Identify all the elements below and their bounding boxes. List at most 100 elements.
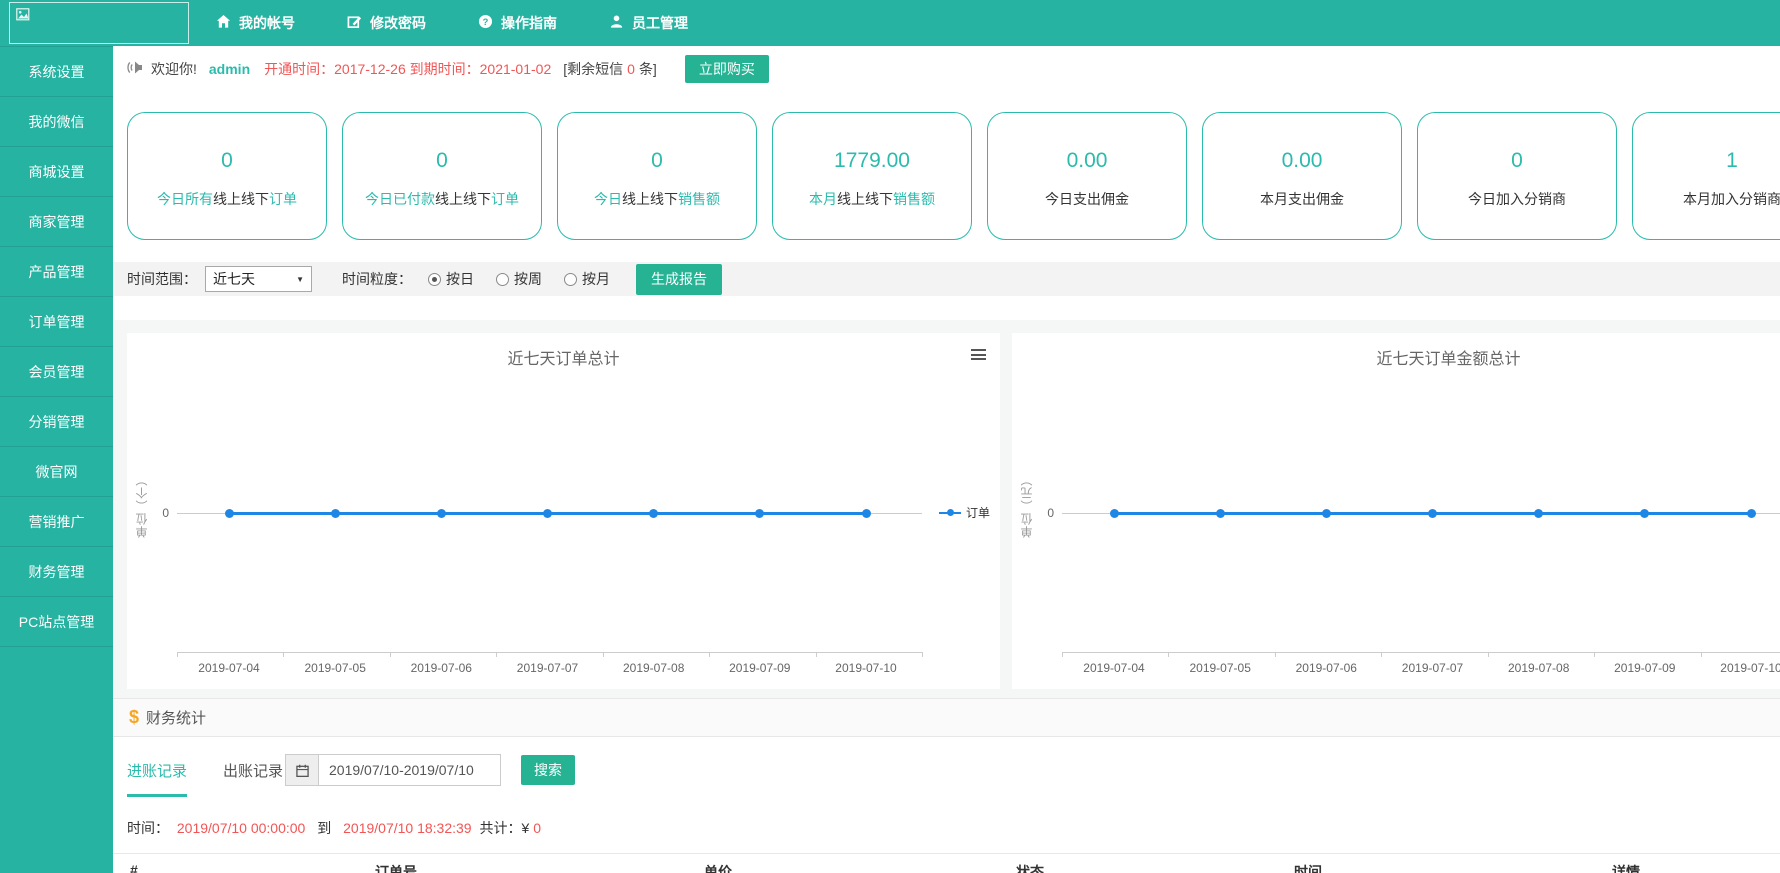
x-axis-tick	[816, 652, 817, 657]
x-axis-tick	[709, 652, 710, 657]
main-content: 欢迎你! admin 开通时间：2017-12-26 到期时间：2021-01-…	[113, 46, 1780, 873]
sidebar-item-分销管理[interactable]: 分销管理	[0, 397, 113, 447]
search-button[interactable]: 搜索	[521, 755, 575, 785]
table-header-详情: 详情	[1612, 862, 1640, 873]
stat-label: 今日已付款线上线下订单	[343, 189, 541, 209]
menu-staff[interactable]: 员工管理	[609, 13, 688, 33]
data-point	[543, 509, 552, 518]
sidebar-item-产品管理[interactable]: 产品管理	[0, 247, 113, 297]
generate-report-button[interactable]: 生成报告	[636, 264, 722, 295]
selected-range: 近七天	[213, 269, 296, 289]
stat-label-segment: 线上线下	[622, 191, 678, 207]
stat-card: 0.00 今日支出佣金	[987, 112, 1187, 240]
stat-label-segment: 今日加入分销商	[1468, 191, 1566, 207]
table-header-单价: 单价	[704, 862, 732, 873]
sidebar-item-微官网[interactable]: 微官网	[0, 447, 113, 497]
x-axis-label: 2019-07-06	[1281, 661, 1371, 675]
time-range-select[interactable]: 近七天 ▼	[205, 266, 312, 292]
data-point	[331, 509, 340, 518]
x-axis-label: 2019-07-04	[1069, 661, 1159, 675]
stat-card: 0.00 本月支出佣金	[1202, 112, 1402, 240]
radio-option-按日[interactable]: 按日	[428, 269, 474, 289]
validity-text: 开通时间：2017-12-26 到期时间：2021-01-02	[264, 59, 551, 79]
total-value: 0	[533, 820, 541, 836]
stat-card: 1779.00本月线上线下销售额	[772, 112, 972, 240]
stat-label: 本月线上线下销售额	[773, 189, 971, 209]
sidebar-item-会员管理[interactable]: 会员管理	[0, 347, 113, 397]
legend-item[interactable]: 订单	[939, 504, 990, 521]
stat-label-segment: 销售额	[678, 191, 720, 207]
plot-area: 2019-07-042019-07-052019-07-062019-07-07…	[1012, 333, 1780, 689]
radio-unchecked-icon[interactable]	[496, 273, 509, 286]
menu-guide[interactable]: ? 操作指南	[478, 13, 557, 33]
top-menu: 我的帐号 修改密码 ? 操作指南 员工管理	[216, 0, 688, 46]
time-end: 2019/07/10 18:32:39	[343, 820, 471, 836]
x-axis-tick	[177, 652, 178, 657]
data-point	[1534, 509, 1543, 518]
x-axis-tick	[390, 652, 391, 657]
greeting-text: 欢迎你!	[151, 59, 197, 79]
x-axis-label: 2019-07-10	[821, 661, 911, 675]
calendar-icon	[285, 754, 319, 786]
radio-label: 按月	[582, 269, 610, 289]
time-label: 时间：	[127, 820, 169, 836]
data-point	[1428, 509, 1437, 518]
stat-value: 0.00	[1203, 149, 1401, 173]
stat-label-segment: 订单	[269, 191, 297, 207]
menu-change-password[interactable]: 修改密码	[347, 13, 426, 33]
sidebar-item-系统设置[interactable]: 系统设置	[0, 47, 113, 97]
stat-cards-row: 0今日所有线上线下订单0今日已付款线上线下订单0今日线上线下销售额1779.00…	[127, 112, 1780, 240]
stat-label-segment: 今日	[594, 191, 622, 207]
stat-label: 今日线上线下销售额	[558, 189, 756, 209]
radio-checked-icon[interactable]	[428, 273, 441, 286]
sidebar-item-商家管理[interactable]: 商家管理	[0, 197, 113, 247]
x-axis-tick	[603, 652, 604, 657]
home-icon	[216, 14, 231, 32]
radio-unchecked-icon[interactable]	[564, 273, 577, 286]
stat-label-segment: 线上线下	[213, 191, 269, 207]
sidebar-item-我的微信[interactable]: 我的微信	[0, 97, 113, 147]
radio-label: 按周	[514, 269, 542, 289]
x-axis-tick	[1275, 652, 1276, 657]
date-range-input[interactable]	[319, 754, 501, 786]
sidebar-item-PC站点管理[interactable]: PC站点管理	[0, 597, 113, 647]
x-axis-tick	[1488, 652, 1489, 657]
x-axis-label: 2019-07-05	[1175, 661, 1265, 675]
topbar: 我的帐号 修改密码 ? 操作指南 员工管理	[0, 0, 1780, 46]
stat-card: 0今日加入分销商	[1417, 112, 1617, 240]
menu-label: 员工管理	[632, 13, 688, 33]
data-point	[862, 509, 871, 518]
menu-my-account[interactable]: 我的帐号	[216, 13, 295, 33]
help-icon: ?	[478, 14, 493, 32]
data-point	[755, 509, 764, 518]
stat-label-segment: 本月支出佣金	[1260, 191, 1344, 207]
broken-image-icon	[16, 8, 30, 26]
x-axis-tick	[922, 652, 923, 657]
sidebar-item-营销推广[interactable]: 营销推广	[0, 497, 113, 547]
dashboard-screen: 我的帐号 修改密码 ? 操作指南 员工管理 系统设置我	[0, 0, 1780, 873]
x-axis-tick	[1381, 652, 1382, 657]
buy-now-button[interactable]: 立即购买	[685, 55, 769, 83]
table-header-订单号: 订单号	[375, 862, 417, 873]
data-point	[437, 509, 446, 518]
sidebar-item-财务管理[interactable]: 财务管理	[0, 547, 113, 597]
x-axis-tick	[1701, 652, 1702, 657]
radio-option-按周[interactable]: 按周	[496, 269, 542, 289]
sidebar-item-订单管理[interactable]: 订单管理	[0, 297, 113, 347]
sidebar-item-商城设置[interactable]: 商城设置	[0, 147, 113, 197]
x-axis-label: 2019-07-09	[715, 661, 805, 675]
speaker-icon	[126, 60, 143, 78]
stat-label: 今日支出佣金	[988, 189, 1186, 209]
tab-出账记录[interactable]: 出账记录	[223, 760, 283, 797]
plot-area: 2019-07-042019-07-052019-07-062019-07-07…	[127, 333, 1000, 689]
sidebar: 系统设置我的微信商城设置商家管理产品管理订单管理会员管理分销管理微官网营销推广财…	[0, 46, 113, 873]
radio-option-按月[interactable]: 按月	[564, 269, 610, 289]
x-axis-line	[177, 652, 922, 653]
stat-value: 0.00	[988, 149, 1186, 173]
tab-进账记录[interactable]: 进账记录	[127, 760, 187, 797]
svg-text:?: ?	[483, 17, 489, 27]
stat-value: 0	[558, 149, 756, 173]
table-header-index: #	[130, 862, 138, 873]
stat-label: 本月支出佣金	[1203, 189, 1401, 209]
stat-value: 0	[343, 149, 541, 173]
